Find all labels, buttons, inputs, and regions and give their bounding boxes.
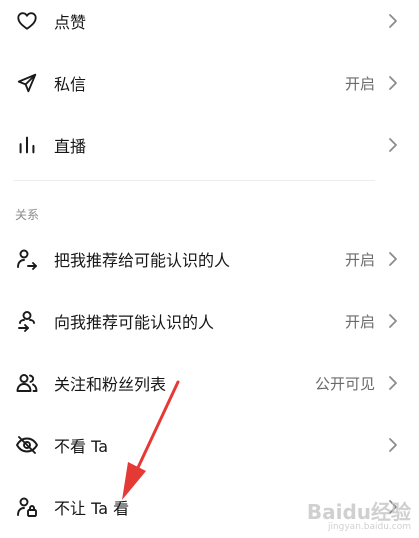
chevron-right-icon	[389, 76, 397, 90]
heart-icon	[14, 8, 40, 34]
chevron-right-icon	[389, 376, 397, 390]
menu-row-label: 不让 Ta 看	[54, 499, 130, 518]
watermark-url: jingyan.baidu.com	[327, 522, 411, 532]
menu-row-label: 私信	[54, 75, 87, 94]
chevron-right-icon	[389, 438, 397, 452]
chevron-right-icon	[389, 138, 397, 152]
menu-row-label: 把我推荐给可能认识的人	[54, 251, 231, 270]
menu-row-label: 不看 Ta	[54, 437, 109, 456]
menu-row-likes[interactable]: 点赞	[0, 0, 419, 52]
people-icon	[14, 370, 40, 396]
menu-row-live[interactable]: 直播	[0, 114, 419, 176]
baidu-watermark: Baidu经验 jingyan.baidu.com	[307, 502, 411, 532]
share-person-icon	[14, 246, 40, 272]
chevron-right-icon	[389, 14, 397, 28]
menu-row-follow-fans[interactable]: 关注和粉丝列表 公开可见	[0, 352, 419, 414]
menu-row-label: 关注和粉丝列表	[54, 375, 167, 394]
menu-row-value: 开启	[344, 312, 375, 331]
menu-row-value: 开启	[344, 74, 375, 93]
menu-row-hide-their-content[interactable]: 不看 Ta	[0, 414, 419, 476]
live-bars-icon	[14, 132, 40, 158]
chevron-right-icon	[389, 314, 397, 328]
person-recommend-icon	[14, 308, 40, 334]
menu-row-recommend-me[interactable]: 把我推荐给可能认识的人 开启	[0, 228, 419, 290]
section-divider	[14, 180, 375, 181]
section-title: 关系	[15, 208, 40, 222]
menu-row-label: 向我推荐可能认识的人	[54, 313, 215, 332]
send-icon	[14, 70, 40, 96]
eye-off-icon	[14, 432, 40, 458]
menu-row-recommend-to-me[interactable]: 向我推荐可能认识的人 开启	[0, 290, 419, 352]
menu-row-value: 公开可见	[314, 374, 375, 393]
menu-row-label: 点赞	[54, 13, 87, 32]
watermark-brand: Baidu经验	[306, 500, 411, 524]
person-lock-icon	[14, 494, 40, 520]
menu-row-messages[interactable]: 私信 开启	[0, 52, 419, 114]
menu-row-label: 直播	[54, 137, 87, 156]
menu-row-value: 开启	[344, 250, 375, 269]
chevron-right-icon	[389, 252, 397, 266]
